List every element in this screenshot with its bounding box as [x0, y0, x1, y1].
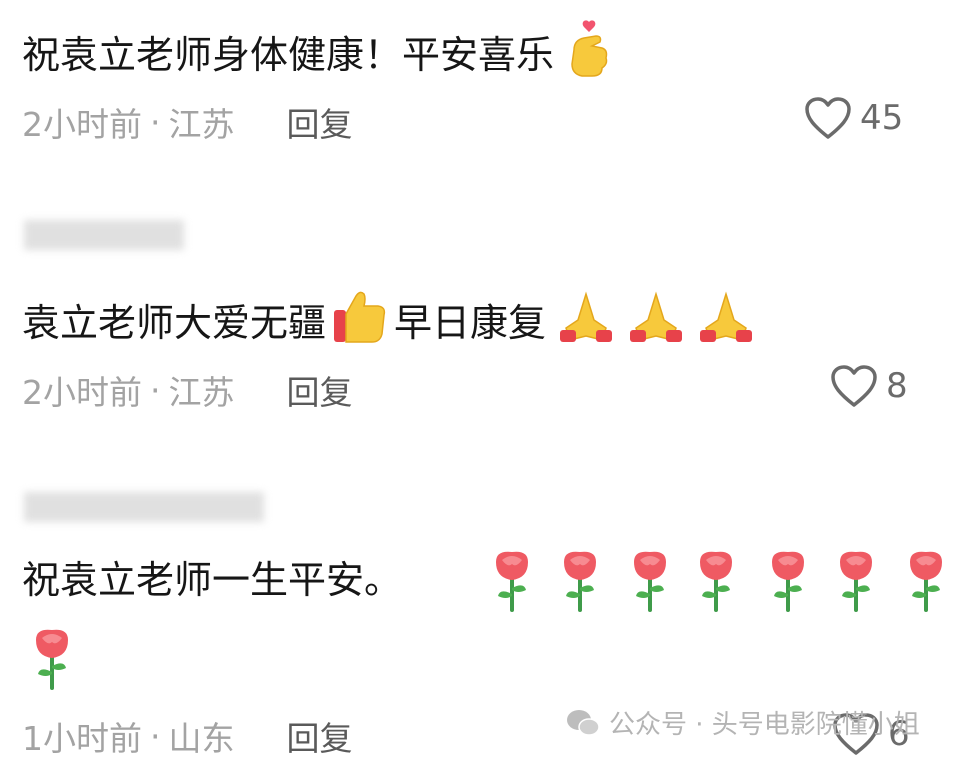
comment-1-meta: 2小时前 · 江苏 回复	[22, 98, 353, 146]
username-blurred	[24, 220, 188, 254]
heart-icon	[831, 365, 877, 407]
rose-emoji	[490, 548, 534, 616]
rose-emoji	[834, 548, 878, 616]
comment-text-body: 祝袁立老师身体健康！平安喜乐	[22, 32, 555, 77]
comment-2-text: 袁立老师大爱无疆 早日康复	[22, 290, 756, 355]
reply-button[interactable]: 回复	[287, 712, 353, 760]
folded-hands-emoji	[556, 290, 616, 355]
finger-heart-emoji	[564, 20, 614, 89]
comment-text-part-b: 早日康复	[394, 300, 547, 345]
wechat-icon	[567, 709, 600, 736]
username-blurred	[24, 492, 268, 526]
thumbs-up-emoji	[332, 290, 388, 355]
comment-3-meta: 1小时前 · 山东 回复	[22, 712, 353, 760]
rose-emoji	[628, 548, 672, 616]
rose-emoji-row	[0, 548, 960, 698]
heart-icon	[805, 97, 851, 139]
folded-hands-emoji	[696, 290, 756, 355]
watermark-text: 公众号 · 头号电影院懂小姐	[609, 710, 920, 740]
folded-hands-emoji	[626, 290, 686, 355]
timestamp: 2小时前	[22, 373, 142, 412]
like-button[interactable]: 45	[804, 96, 903, 140]
rose-emoji	[558, 548, 602, 616]
watermark: 公众号 · 头号电影院懂小姐	[565, 704, 920, 741]
rose-emoji	[30, 626, 74, 694]
location: 江苏	[168, 105, 235, 144]
separator: ·	[150, 370, 161, 410]
location: 江苏	[168, 373, 235, 412]
reply-button[interactable]: 回复	[287, 366, 353, 414]
separator: ·	[150, 716, 161, 756]
comment-2-meta: 2小时前 · 江苏 回复	[22, 366, 353, 414]
rose-emoji	[904, 548, 948, 616]
timestamp: 1小时前	[22, 719, 142, 758]
reply-button[interactable]: 回复	[287, 98, 353, 146]
like-count: 45	[860, 98, 904, 138]
timestamp: 2小时前	[22, 105, 142, 144]
comment-1-text: 祝袁立老师身体健康！平安喜乐	[22, 20, 614, 89]
separator: ·	[150, 102, 161, 142]
like-button[interactable]: 8	[830, 364, 908, 408]
like-count: 8	[886, 366, 908, 406]
comment-text-part-a: 袁立老师大爱无疆	[22, 300, 327, 345]
rose-emoji	[694, 548, 738, 616]
rose-emoji	[766, 548, 810, 616]
location: 山东	[168, 719, 235, 758]
